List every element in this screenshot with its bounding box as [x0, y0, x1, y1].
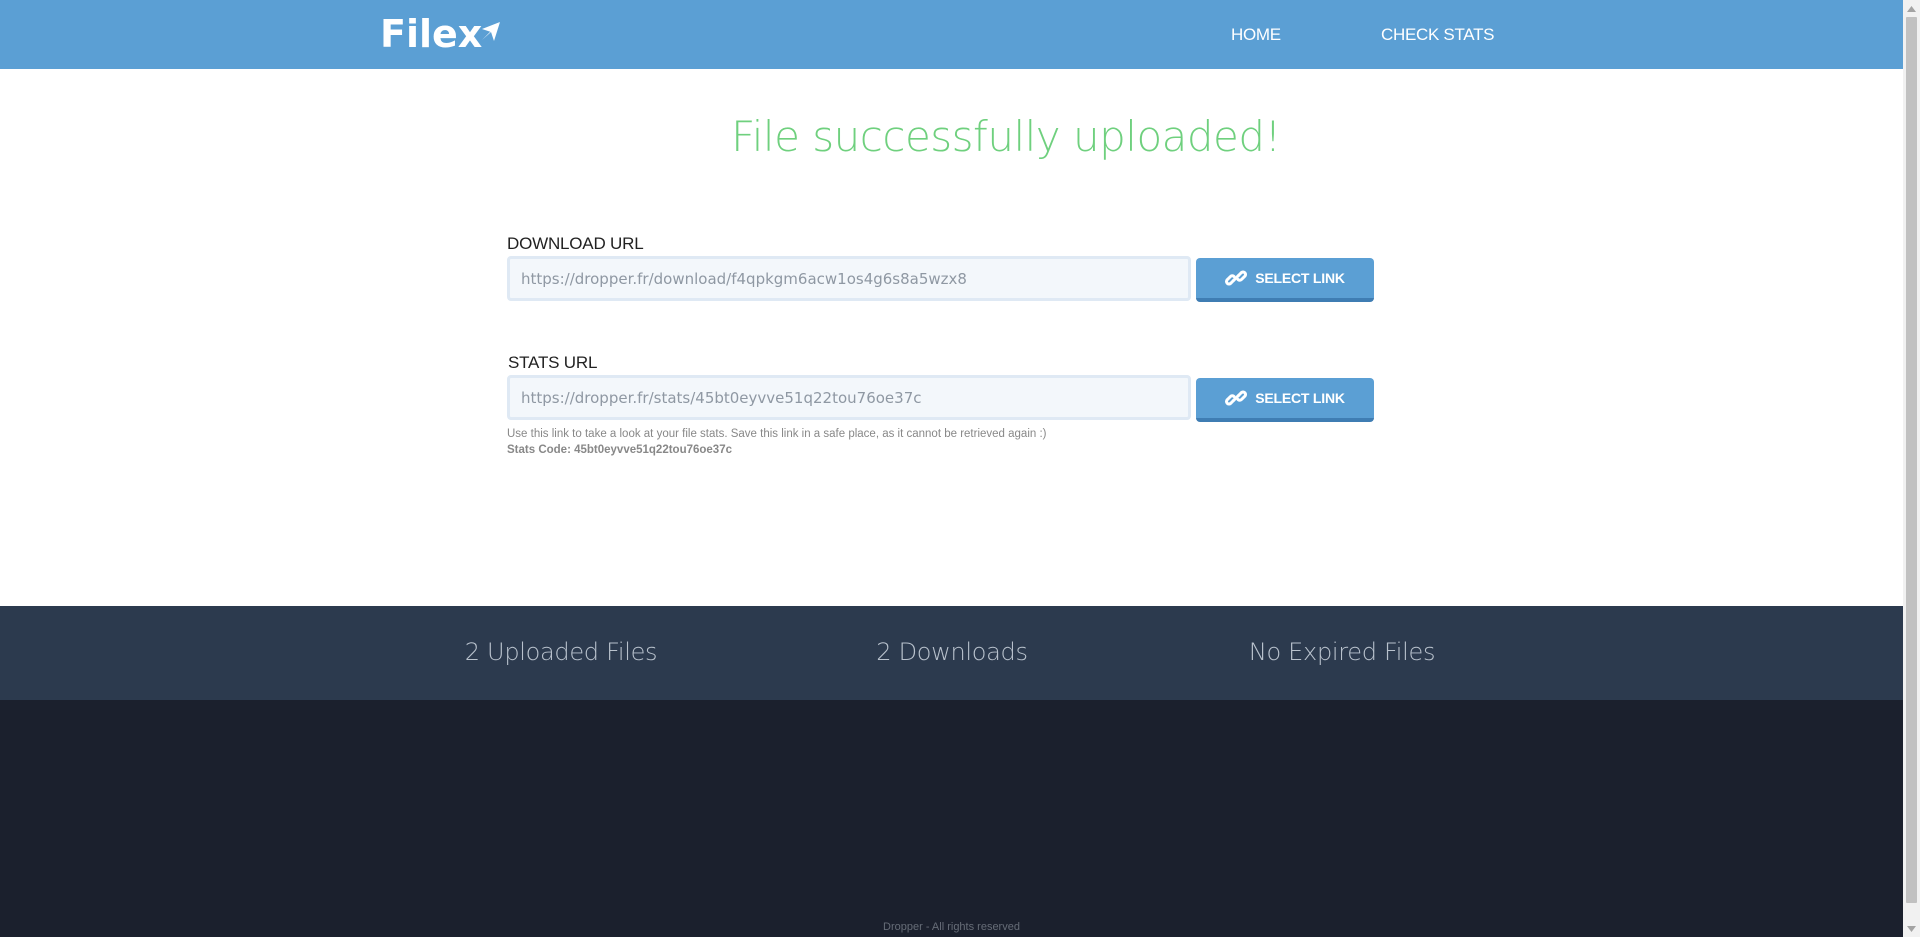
link-chain-icon [1225, 390, 1248, 406]
link-chain-icon [1225, 270, 1248, 286]
stats-code: Stats Code: 45bt0eyvve51q22tou76oe37c [507, 444, 732, 456]
download-url-input[interactable] [507, 256, 1191, 301]
stats-url-label: STATS URL [508, 353, 598, 372]
paper-plane-icon [482, 22, 501, 41]
stats-hint-text: Use this link to take a look at your fil… [507, 428, 1047, 440]
site-footer: Dropper - All rights reserved [0, 700, 1903, 937]
scroll-up-arrow-icon[interactable] [1903, 0, 1920, 17]
nav-check-stats-link[interactable]: CHECK STATS [1381, 25, 1495, 45]
select-stats-link-button[interactable]: SELECT LINK [1196, 378, 1374, 422]
success-heading: File successfully uploaded! [731, 112, 1281, 161]
scroll-down-arrow-icon[interactable] [1903, 920, 1920, 937]
downloads-stat: 2 Downloads [876, 638, 1028, 666]
uploaded-files-stat: 2 Uploaded Files [464, 638, 658, 666]
select-download-link-button[interactable]: SELECT LINK [1196, 258, 1374, 302]
scrollbar-thumb[interactable] [1906, 17, 1917, 903]
site-logo[interactable]: Filex [380, 14, 502, 54]
copyright-text: Dropper - All rights reserved [883, 921, 1020, 933]
stats-hint: Use this link to take a look at your fil… [507, 426, 1047, 458]
stats-url-input[interactable] [507, 375, 1191, 420]
page: Filex HOME CHECK STATS File successfully… [0, 0, 1903, 937]
select-link-label: SELECT LINK [1255, 390, 1345, 406]
site-header: Filex HOME CHECK STATS [0, 0, 1903, 69]
stats-band: 2 Uploaded Files 2 Downloads No Expired … [0, 606, 1903, 700]
logo-text: Filex [380, 12, 483, 56]
nav-home-link[interactable]: HOME [1231, 25, 1281, 45]
vertical-scrollbar[interactable] [1903, 0, 1920, 937]
expired-files-stat: No Expired Files [1248, 638, 1436, 666]
select-link-label: SELECT LINK [1255, 270, 1345, 286]
download-url-label: DOWNLOAD URL [507, 234, 644, 253]
